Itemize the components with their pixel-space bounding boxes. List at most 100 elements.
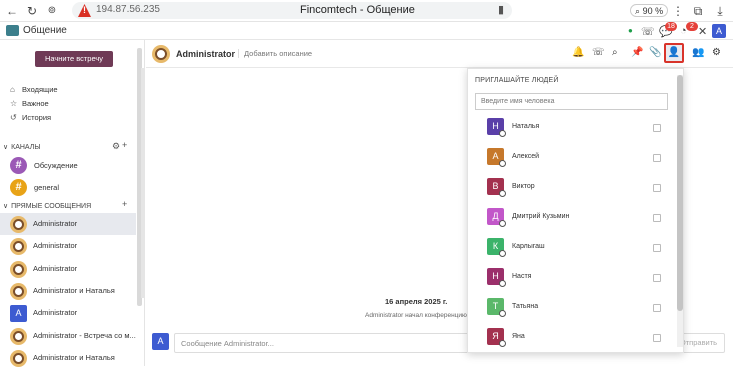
dm-label: Administrator и Наталья [33,353,115,362]
section-title: КАНАЛЫ [11,144,41,151]
avatar [10,350,27,367]
history-icon: ↺ [10,113,17,122]
select-checkbox[interactable] [653,274,661,282]
address-bar[interactable]: ! 194.87.56.235 Fincomtech - Общение ▮ [72,2,512,19]
status-icon [499,250,506,257]
bell-icon[interactable]: 🔔 [572,47,584,58]
select-checkbox[interactable] [653,124,661,132]
list-item[interactable]: К Карлыгаш [468,234,678,264]
chevron-down-icon: ∨ [3,203,9,210]
hash-icon: # [10,157,27,174]
list-item[interactable]: В Виктор [468,174,678,204]
list-item[interactable]: Н Настя [468,264,678,294]
close-icon[interactable]: ✕ [698,25,707,38]
status-icon [499,340,506,347]
user-avatar[interactable]: A [712,24,726,38]
gear-icon[interactable]: ⚙ [712,47,721,58]
phone-icon[interactable]: ☏ [641,25,655,38]
chat-scrollbar[interactable] [141,68,145,298]
status-icon [499,310,506,317]
zoom-indicator[interactable]: ⌕ 90 % [630,4,669,17]
channel-label: Обсуждение [34,161,78,170]
select-checkbox[interactable] [653,304,661,312]
sidebar-item-label: Входящие [22,85,58,94]
avatar [10,238,27,255]
list-item[interactable]: Т Татьяна [468,294,678,324]
status-icon [499,130,506,137]
reload-icon[interactable]: ↻ [24,3,40,19]
bookmark-icon[interactable]: ▮ [498,3,504,16]
members-icon[interactable]: 👥 [692,47,704,58]
start-meeting-button[interactable]: Начните встречу [35,51,113,67]
list-item[interactable]: Н Наталья [468,114,678,144]
channels-header[interactable]: ∨ КАНАЛЫ [3,143,41,151]
scrollbar-thumb[interactable] [677,75,683,311]
browser-toolbar: ← ↻ ⊚ ! 194.87.56.235 Fincomtech - Общен… [0,0,733,22]
channel-item[interactable]: # general [10,179,140,197]
pin-icon[interactable]: 📌 [631,47,643,58]
add-dm-icon[interactable]: + [122,199,127,209]
search-input[interactable]: Введите имя человека [475,93,668,110]
select-checkbox[interactable] [653,214,661,222]
attachment-icon[interactable]: 📎 [649,47,661,58]
list-item[interactable]: Д Дмитрий Кузьмин [468,204,678,234]
direct-messages-header[interactable]: ∨ ПРЯМЫЕ СООБЩЕНИЯ [3,202,91,210]
description-input[interactable]: Добавить описание [238,49,312,58]
channel-settings-icon[interactable]: ⚙ [112,141,120,152]
avatar: A [10,305,27,322]
sidebar-item-label: Важное [22,99,49,108]
select-checkbox[interactable] [653,244,661,252]
chat-badge: 18 [665,22,677,31]
date-separator: 16 апреля 2025 г. [385,297,448,306]
dm-item[interactable]: Administrator [0,258,136,280]
list-item[interactable]: Я Яна [468,324,678,352]
activity-icon[interactable]: ◔ 2 [680,22,698,37]
menu-dots-icon[interactable]: ⋮ [670,3,686,19]
dm-item[interactable]: Administrator [0,235,136,257]
dm-item[interactable]: Administrator - Встреча со м... [0,325,136,347]
zoom-value: 90 % [642,6,664,16]
sidebar-item-inbox[interactable]: ⌂ Входящие [10,84,58,96]
app-name: Общение [23,25,67,36]
select-checkbox[interactable] [653,184,661,192]
site-info-icon[interactable]: ⊚ [44,3,60,19]
app-header: Общение ● ☏ 💬 18 ◔ 2 ✕ A [0,22,733,40]
dm-item[interactable]: Administrator и Наталья [0,280,136,302]
dm-label: Administrator [33,241,78,250]
dm-item[interactable]: A Administrator [0,302,136,324]
chevron-down-icon: ∨ [3,144,9,151]
sidebar-item-label: История [22,113,52,122]
section-title: ПРЯМЫЕ СООБЩЕНИЯ [11,203,92,210]
phone-icon[interactable]: ☏ [592,47,605,58]
search-icon[interactable]: ⌕ [612,47,618,58]
avatar: A [152,333,169,350]
chat-icon[interactable]: 💬 18 [659,22,677,38]
not-secure-icon[interactable]: ! [78,4,91,17]
online-status-icon: ● [628,26,633,35]
download-icon[interactable]: ⤓ [712,3,728,19]
add-channel-icon[interactable]: + [122,140,127,150]
zoom-icon: ⌕ [635,6,641,16]
avatar [10,283,27,300]
back-icon[interactable]: ← [4,3,20,19]
person-name: Алексей [512,153,540,160]
dm-item[interactable]: Administrator [0,213,136,235]
sidebar-item-history[interactable]: ↺ История [10,112,51,124]
chat-header: Administrator Добавить описание 🔔 ☏ ⌕ 📌 … [146,40,733,68]
tab-search-icon[interactable]: ⧉ [690,3,706,19]
activity-badge: 2 [686,22,698,31]
popover-scrollbar[interactable] [677,75,683,347]
add-user-icon: 👤 [667,47,681,58]
star-icon: ☆ [10,99,18,108]
list-item[interactable]: А Алексей [468,144,678,174]
channel-item[interactable]: # Обсуждение [10,157,140,175]
person-name: Дмитрий Кузьмин [512,213,570,220]
sidebar-item-starred[interactable]: ☆ Важное [10,98,49,110]
person-name: Виктор [512,183,535,190]
select-checkbox[interactable] [653,154,661,162]
invite-people-popover: ПРИГЛАШАЙТЕ ЛЮДЕЙ Введите имя человека Н… [467,68,684,353]
avatar [152,45,170,63]
message-input[interactable]: Сообщение Administrator... [174,333,474,353]
select-checkbox[interactable] [653,334,661,342]
add-user-button[interactable]: 👤 [664,43,684,63]
